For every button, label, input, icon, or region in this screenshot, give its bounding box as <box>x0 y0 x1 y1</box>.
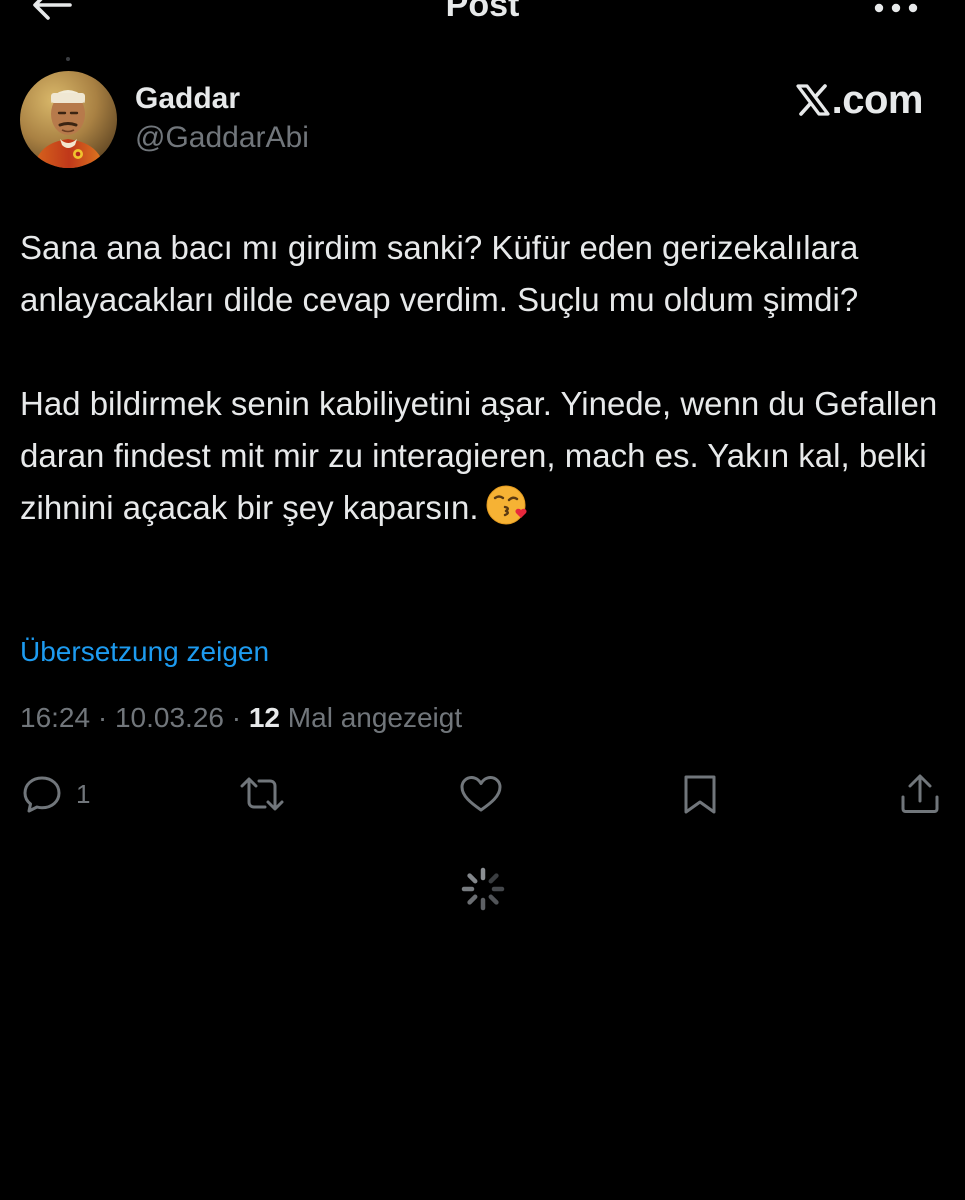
views-count: 12 <box>248 702 281 733</box>
repost-button[interactable] <box>238 772 286 816</box>
bookmark-button[interactable] <box>678 772 722 816</box>
bookmark-icon <box>684 775 716 814</box>
thread-connector <box>66 57 70 61</box>
like-button[interactable] <box>458 772 504 816</box>
meta-separator: · <box>231 702 242 733</box>
avatar-portrait <box>20 71 117 168</box>
repost-icon <box>240 777 284 811</box>
reply-icon <box>23 776 61 813</box>
author-handle[interactable]: @GaddarAbi <box>135 119 309 157</box>
author-display-name[interactable]: Gaddar <box>135 80 240 118</box>
tweet-paragraph-1: Sana ana bacı mı girdim sanki? Küfür ede… <box>20 229 859 318</box>
reply-count: 1 <box>76 778 91 809</box>
x-com-label: .com <box>831 77 924 122</box>
more-options-button[interactable] <box>872 0 920 18</box>
post-meta: 16:24 · 10.03.26 · 12 Mal angezeigt <box>20 700 462 736</box>
reply-button[interactable]: 1 <box>20 772 90 816</box>
tweet-paragraph-2-text: Had bildirmek senin kabiliyetini aşar. Y… <box>20 385 938 526</box>
post-date: 10.03.26 <box>114 702 224 733</box>
post-time: 16:24 <box>20 702 91 733</box>
loading-spinner-icon <box>460 866 506 912</box>
views-label: Mal angezeigt <box>287 702 463 733</box>
share-button[interactable] <box>898 772 942 816</box>
kissing-face-with-heart-emoji <box>485 483 529 542</box>
x-logo-icon <box>796 84 830 116</box>
page-title: Post <box>445 0 520 24</box>
share-icon <box>901 774 939 813</box>
meta-separator: · <box>97 702 108 733</box>
heart-icon <box>460 776 502 812</box>
tweet-paragraph-2: Had bildirmek senin kabiliyetini aşar. Y… <box>20 378 945 542</box>
avatar[interactable] <box>20 71 117 168</box>
x-com-watermark: .com <box>796 77 924 122</box>
tweet-body: Sana ana bacı mı girdim sanki? Küfür ede… <box>20 222 945 542</box>
top-bar: Post <box>0 0 965 40</box>
show-translation-link[interactable]: Übersetzung zeigen <box>20 634 269 670</box>
more-horizontal-icon <box>874 3 918 13</box>
